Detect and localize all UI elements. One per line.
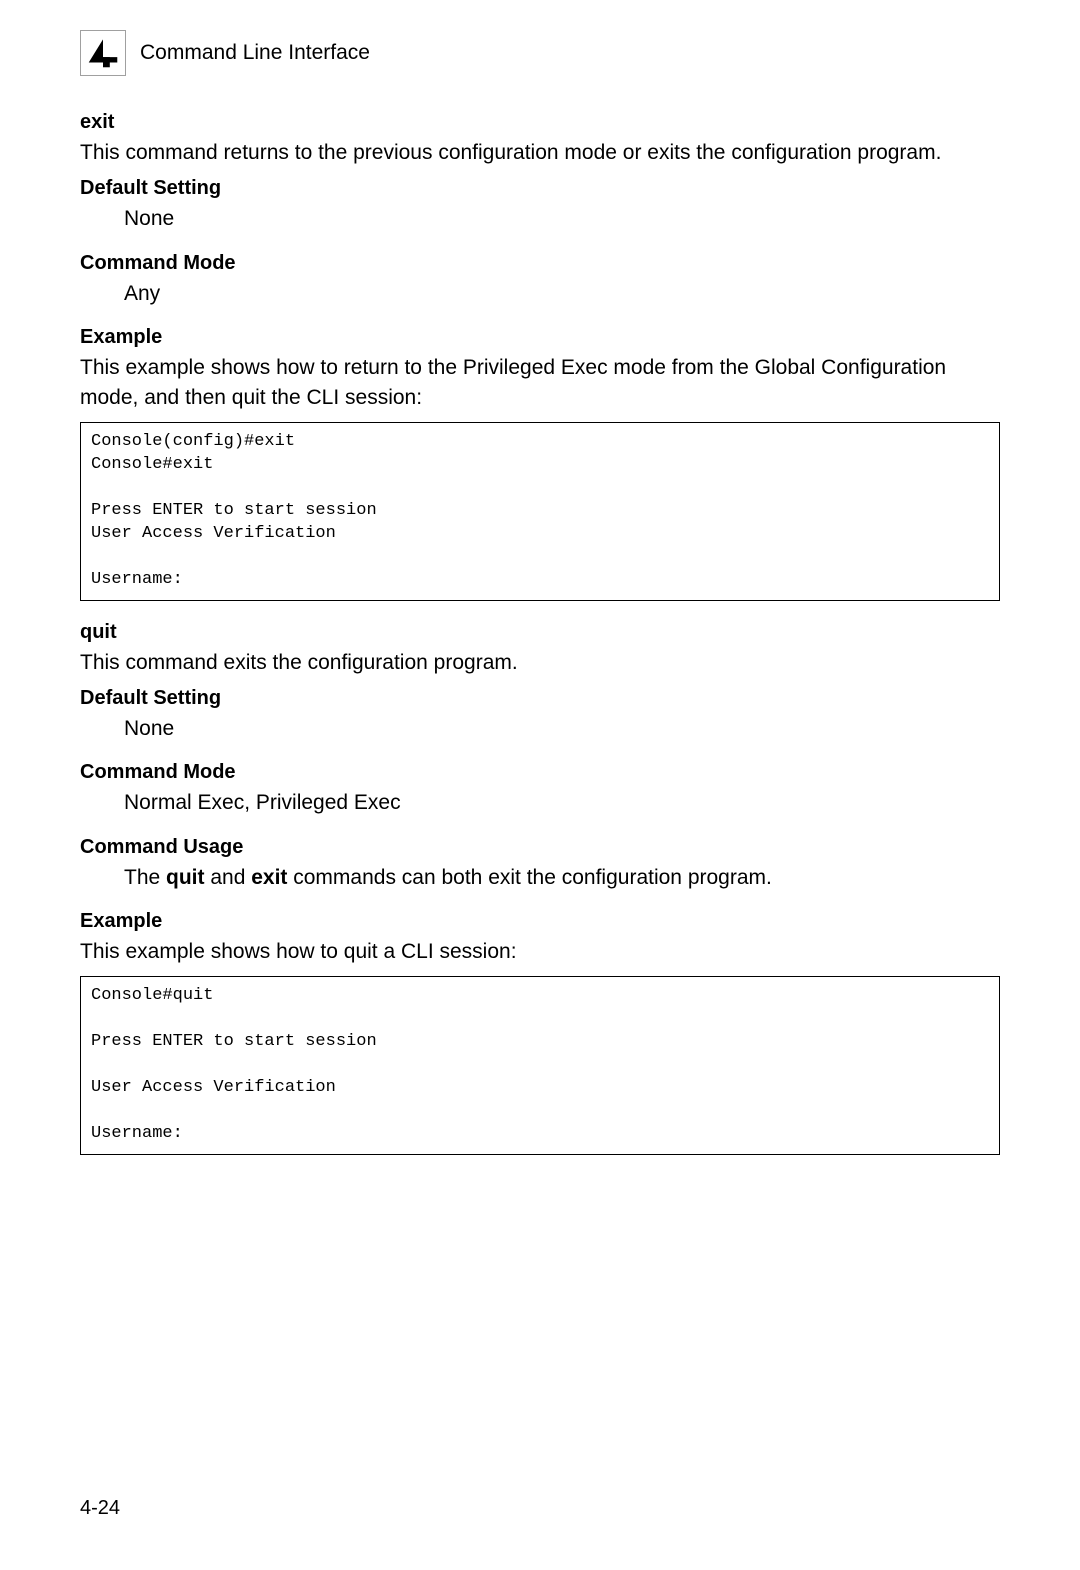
exit-default-setting-value: None bbox=[80, 204, 1000, 233]
quit-command-mode-label: Command Mode bbox=[80, 761, 1000, 784]
usage-mid: and bbox=[205, 866, 252, 889]
exit-example-intro: This example shows how to return to the … bbox=[80, 353, 1000, 412]
quit-example-intro: This example shows how to quit a CLI ses… bbox=[80, 937, 1000, 966]
page-header: Command Line Interface bbox=[80, 30, 1000, 76]
command-name-exit: exit bbox=[80, 111, 1000, 134]
quit-description: This command exits the configuration pro… bbox=[80, 648, 1000, 677]
quit-command-usage-label: Command Usage bbox=[80, 836, 1000, 859]
command-name-quit: quit bbox=[80, 621, 1000, 644]
usage-bold-exit: exit bbox=[251, 866, 287, 889]
exit-description: This command returns to the previous con… bbox=[80, 138, 1000, 167]
quit-default-setting-label: Default Setting bbox=[80, 687, 1000, 710]
exit-command-mode-label: Command Mode bbox=[80, 252, 1000, 275]
quit-command-usage-text: The quit and exit commands can both exit… bbox=[80, 863, 1000, 892]
usage-suffix: commands can both exit the configuration… bbox=[287, 866, 771, 889]
quit-command-mode-value: Normal Exec, Privileged Exec bbox=[80, 788, 1000, 817]
quit-example-code: Console#quit Press ENTER to start sessio… bbox=[80, 976, 1000, 1155]
exit-example-label: Example bbox=[80, 326, 1000, 349]
exit-default-setting-label: Default Setting bbox=[80, 177, 1000, 200]
header-title: Command Line Interface bbox=[140, 41, 370, 65]
exit-example-code: Console(config)#exit Console#exit Press … bbox=[80, 422, 1000, 601]
usage-prefix: The bbox=[124, 866, 166, 889]
chapter-number-icon bbox=[80, 30, 126, 76]
page-number: 4-24 bbox=[80, 1497, 120, 1520]
usage-bold-quit: quit bbox=[166, 866, 204, 889]
quit-default-setting-value: None bbox=[80, 714, 1000, 743]
quit-example-label: Example bbox=[80, 910, 1000, 933]
exit-command-mode-value: Any bbox=[80, 279, 1000, 308]
